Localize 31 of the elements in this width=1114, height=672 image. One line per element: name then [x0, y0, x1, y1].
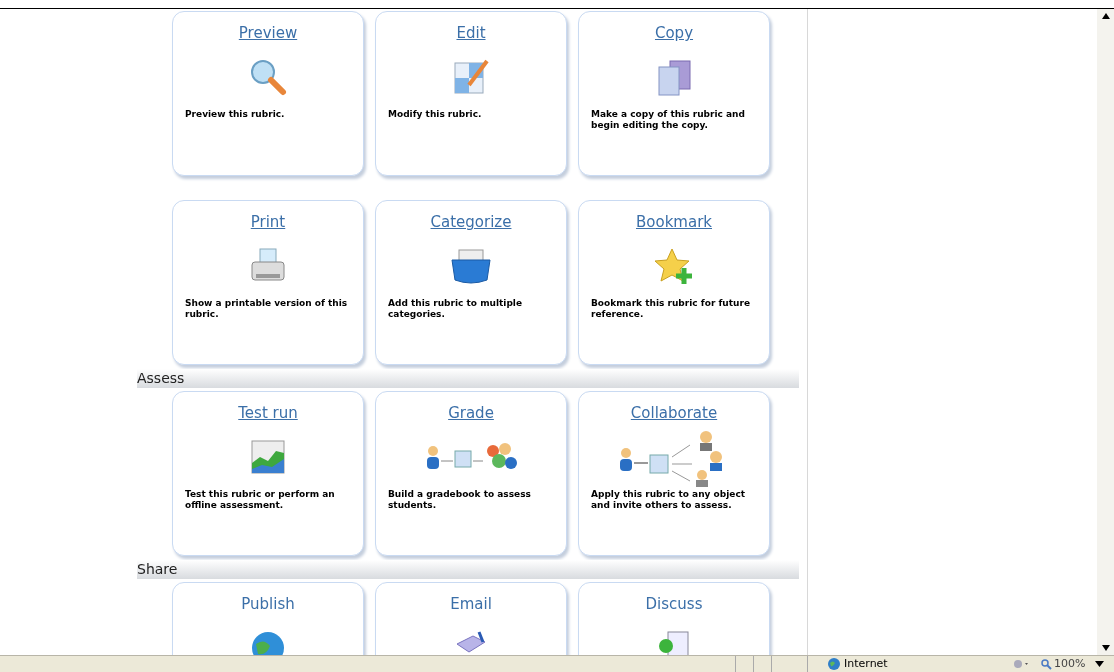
card-description: Bookmark this rubric for future reference.	[591, 297, 752, 320]
section-header: Share	[137, 560, 799, 579]
card-description: Make a copy of this rubric and begin editing the copy.	[591, 108, 746, 131]
dropdown-caret-icon[interactable]	[1095, 661, 1105, 667]
security-zone-label: Internet	[844, 655, 888, 672]
card-title-link[interactable]: Preview	[238, 22, 298, 45]
card-title-link[interactable]: Publish	[241, 593, 295, 616]
card-description: Modify this rubric.	[388, 108, 482, 120]
card-title-link[interactable]: Copy	[654, 22, 694, 45]
card-title-link[interactable]: Edit	[456, 22, 486, 45]
card-title-link[interactable]: Bookmark	[636, 211, 712, 234]
card-title-link[interactable]: Test run	[238, 402, 298, 425]
vertical-scrollbar[interactable]	[1097, 9, 1114, 655]
card-description: Show a printable version of this rubric.	[185, 297, 349, 320]
scroll-up-icon[interactable]	[1101, 13, 1110, 19]
globe-icon	[828, 658, 840, 670]
card-title-link[interactable]: Categorize	[430, 211, 512, 234]
card-title-link[interactable]: Email	[450, 593, 492, 616]
card-description: Preview this rubric.	[185, 108, 285, 120]
scroll-down-icon[interactable]	[1101, 645, 1110, 651]
magnifier-icon[interactable]	[1041, 658, 1052, 670]
card-description: Build a gradebook to assess students.	[388, 488, 532, 511]
card-title-link[interactable]: Print	[250, 211, 286, 234]
card-title-link[interactable]: Collaborate	[630, 402, 718, 425]
card-title-link[interactable]: Grade	[448, 402, 494, 425]
section-header: Assess	[137, 369, 799, 388]
card-description: Apply this rubric to any object and invite others to assess.	[591, 488, 747, 511]
zoom-level[interactable]: 100%	[1054, 655, 1086, 672]
card-description: Add this rubric to multiple categories.	[388, 297, 524, 320]
card-description: Test this rubric or perform an offline assessment.	[185, 488, 336, 511]
card-title-link[interactable]: Discuss	[645, 593, 703, 616]
